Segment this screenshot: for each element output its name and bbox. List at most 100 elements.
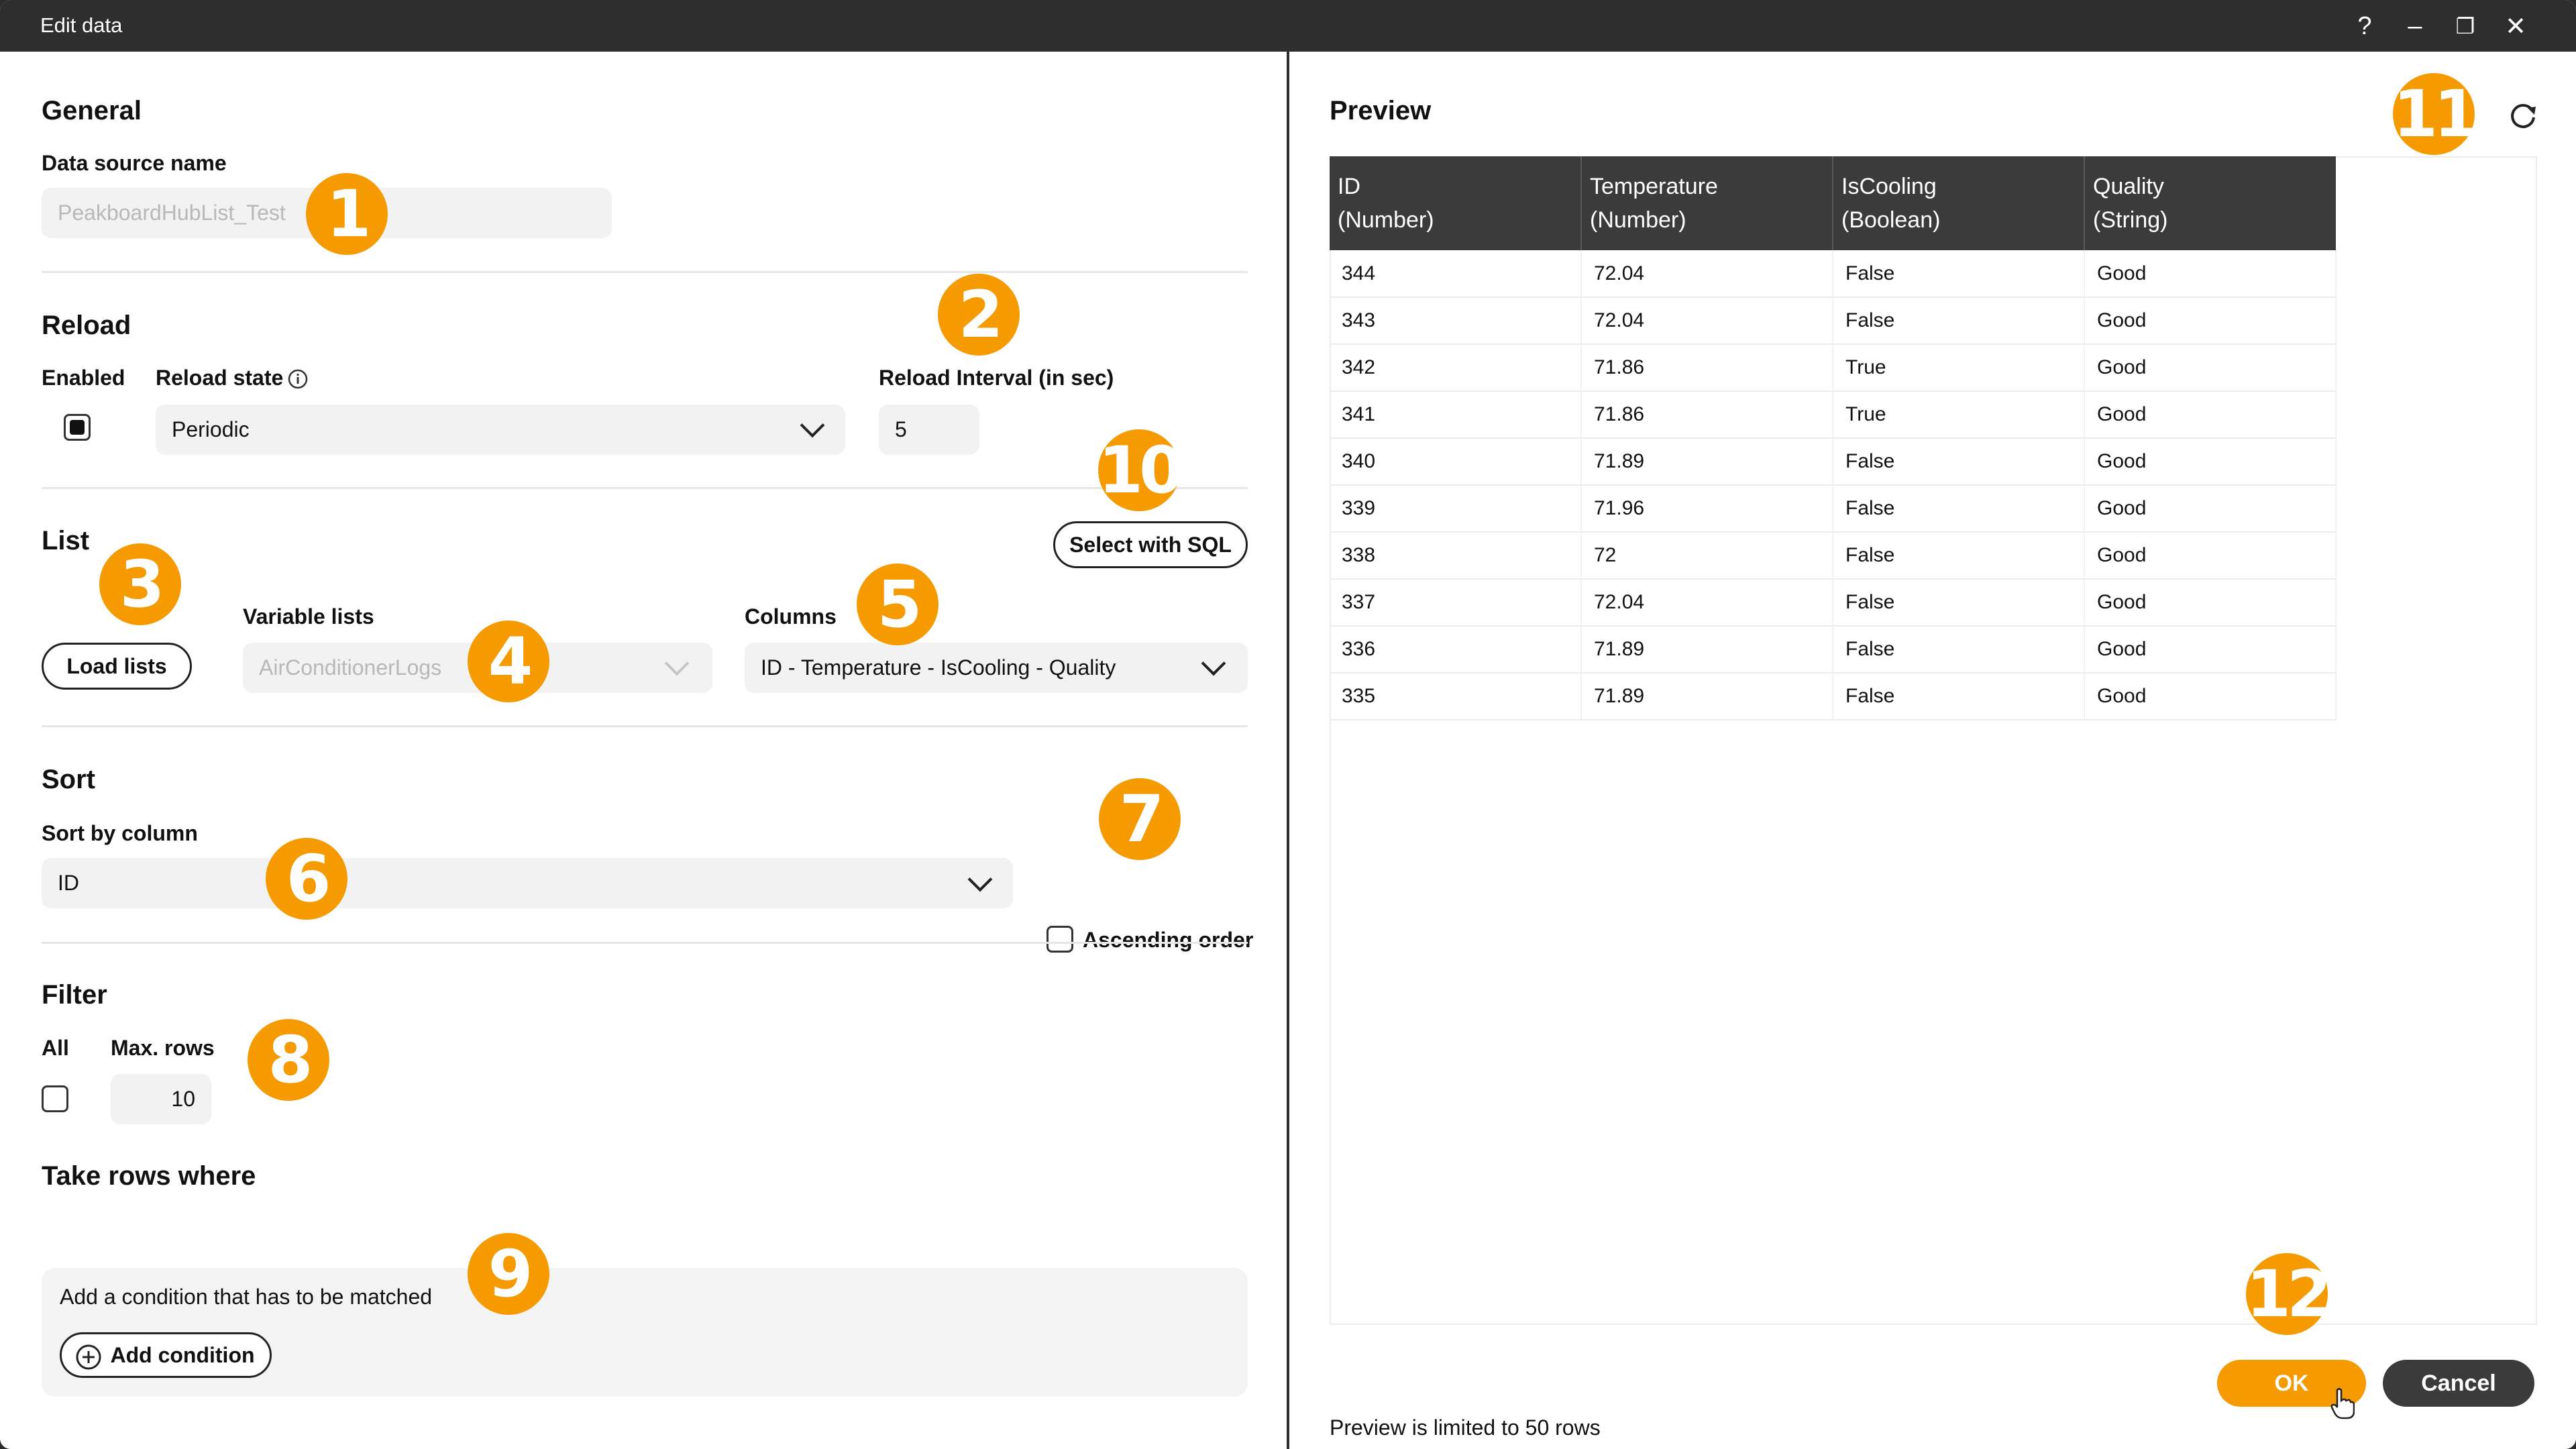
table-cell: Good (2084, 673, 2337, 720)
table-row: 339 71.96 False Good (1330, 485, 2337, 533)
title-bar: Edit data ? – ❐ ✕ (0, 0, 2576, 52)
close-icon[interactable]: ✕ (2499, 9, 2532, 43)
table-cell: 71.89 (1581, 626, 1833, 674)
columns-value: ID - Temperature - IsCooling - Quality (761, 655, 1116, 680)
table-cell: False (1833, 438, 2085, 486)
reload-state-label: Reload state (156, 366, 284, 390)
table-cell: 341 (1330, 391, 1582, 439)
sort-by-column-dropdown[interactable]: ID (42, 858, 1013, 908)
table-row: 341 71.86 True Good (1330, 391, 2337, 439)
table-cell: 336 (1330, 626, 1582, 674)
divider (42, 271, 1248, 273)
table-cell: 340 (1330, 438, 1582, 486)
callout-badge: 2 (938, 274, 1020, 356)
table-cell: 72.04 (1581, 297, 1833, 345)
callout-badge: 10 (1098, 429, 1184, 511)
variable-lists-label: Variable lists (243, 604, 374, 629)
table-row: 336 71.89 False Good (1330, 626, 2337, 674)
reload-interval-field[interactable]: 5 (879, 405, 979, 455)
columns-label: Columns (745, 604, 837, 629)
column-header: Quality (String) (2084, 156, 2336, 250)
table-cell: 337 (1330, 579, 1582, 627)
cancel-button[interactable]: Cancel (2383, 1360, 2534, 1407)
table-cell: 339 (1330, 485, 1582, 533)
callout-badge: 1 (306, 173, 388, 255)
preview-panel: Preview ID (Number) Temperature (Number)… (1289, 52, 2576, 1449)
table-cell: 72.04 (1581, 579, 1833, 627)
sort-heading: Sort (42, 765, 95, 794)
reload-heading: Reload (42, 311, 131, 340)
table-header-row: ID (Number) Temperature (Number) IsCooli… (1330, 156, 2336, 250)
reload-interval-label: Reload Interval (in sec) (879, 366, 1114, 390)
enabled-checkbox[interactable] (64, 414, 91, 441)
variable-lists-value: AirConditionerLogs (259, 655, 442, 680)
list-heading: List (42, 526, 90, 555)
table-cell: False (1833, 579, 2085, 627)
add-condition-button[interactable]: Add condition (60, 1332, 272, 1378)
refresh-icon[interactable] (2505, 97, 2541, 133)
table-cell: Good (2084, 438, 2337, 486)
table-cell: 338 (1330, 532, 1582, 580)
ascending-order-label: Ascending order (1083, 928, 1254, 952)
callout-badge: 7 (1099, 778, 1181, 860)
minimize-icon[interactable]: – (2398, 9, 2432, 43)
select-with-sql-button[interactable]: Select with SQL (1053, 521, 1248, 568)
take-rows-where-heading: Take rows where (42, 1161, 256, 1191)
all-label: All (42, 1036, 69, 1060)
enabled-label: Enabled (42, 366, 125, 390)
settings-panel: General Data source name PeakboardHubLis… (0, 52, 1287, 1449)
callout-badge: 3 (99, 543, 181, 625)
preview-heading: Preview (1330, 96, 1432, 125)
table-cell: False (1833, 532, 2085, 580)
column-header: IsCooling (Boolean) (1833, 156, 2085, 250)
table-cell: Good (2084, 297, 2337, 345)
callout-badge: 11 (2393, 73, 2479, 155)
reload-state-dropdown[interactable]: Periodic (156, 405, 845, 455)
table-cell: Good (2084, 626, 2337, 674)
max-rows-label: Max. rows (111, 1036, 215, 1060)
table-cell: 335 (1330, 673, 1582, 720)
table-cell: False (1833, 673, 2085, 720)
column-header: Temperature (Number) (1581, 156, 1833, 250)
callout-badge: 9 (468, 1233, 549, 1315)
all-rows-checkbox[interactable] (42, 1085, 68, 1112)
table-cell: Good (2084, 344, 2337, 392)
table-cell: 343 (1330, 297, 1582, 345)
divider (42, 942, 1248, 944)
max-rows-field[interactable]: 10 (111, 1074, 211, 1124)
reload-state-value: Periodic (172, 417, 250, 441)
table-cell: 71.89 (1581, 438, 1833, 486)
table-cell: 342 (1330, 344, 1582, 392)
table-cell: Good (2084, 579, 2337, 627)
callout-badge: 5 (857, 564, 938, 645)
condition-hint: Add a condition that has to be matched (60, 1285, 433, 1309)
help-icon[interactable]: ? (2348, 9, 2381, 43)
ascending-order-checkbox[interactable] (1046, 926, 1073, 953)
table-row: 340 71.89 False Good (1330, 438, 2337, 486)
table-row: 338 72 False Good (1330, 532, 2337, 580)
columns-dropdown[interactable]: ID - Temperature - IsCooling - Quality (745, 643, 1248, 693)
table-cell: Good (2084, 250, 2337, 298)
table-row: 342 71.86 True Good (1330, 344, 2337, 392)
table-row: 337 72.04 False Good (1330, 579, 2337, 627)
callout-badge: 12 (2246, 1253, 2332, 1335)
preview-table: ID (Number) Temperature (Number) IsCooli… (1330, 156, 2337, 720)
table-cell: 72 (1581, 532, 1833, 580)
callout-badge: 6 (266, 838, 347, 920)
load-lists-button[interactable]: Load lists (42, 643, 192, 690)
table-cell: Good (2084, 485, 2337, 533)
table-cell: True (1833, 344, 2085, 392)
preview-limit-note: Preview is limited to 50 rows (1330, 1415, 1601, 1440)
data-source-name-label: Data source name (42, 151, 227, 175)
table-cell: 344 (1330, 250, 1582, 298)
table-row: 335 71.89 False Good (1330, 673, 2337, 720)
column-header: ID (Number) (1330, 156, 1582, 250)
table-cell: True (1833, 391, 2085, 439)
window-title: Edit data (40, 13, 123, 37)
info-icon (288, 369, 308, 389)
add-condition-label: Add condition (110, 1342, 255, 1367)
table-cell: Good (2084, 391, 2337, 439)
table-cell: 72.04 (1581, 250, 1833, 298)
filter-heading: Filter (42, 980, 107, 1010)
restore-icon[interactable]: ❐ (2449, 9, 2482, 43)
